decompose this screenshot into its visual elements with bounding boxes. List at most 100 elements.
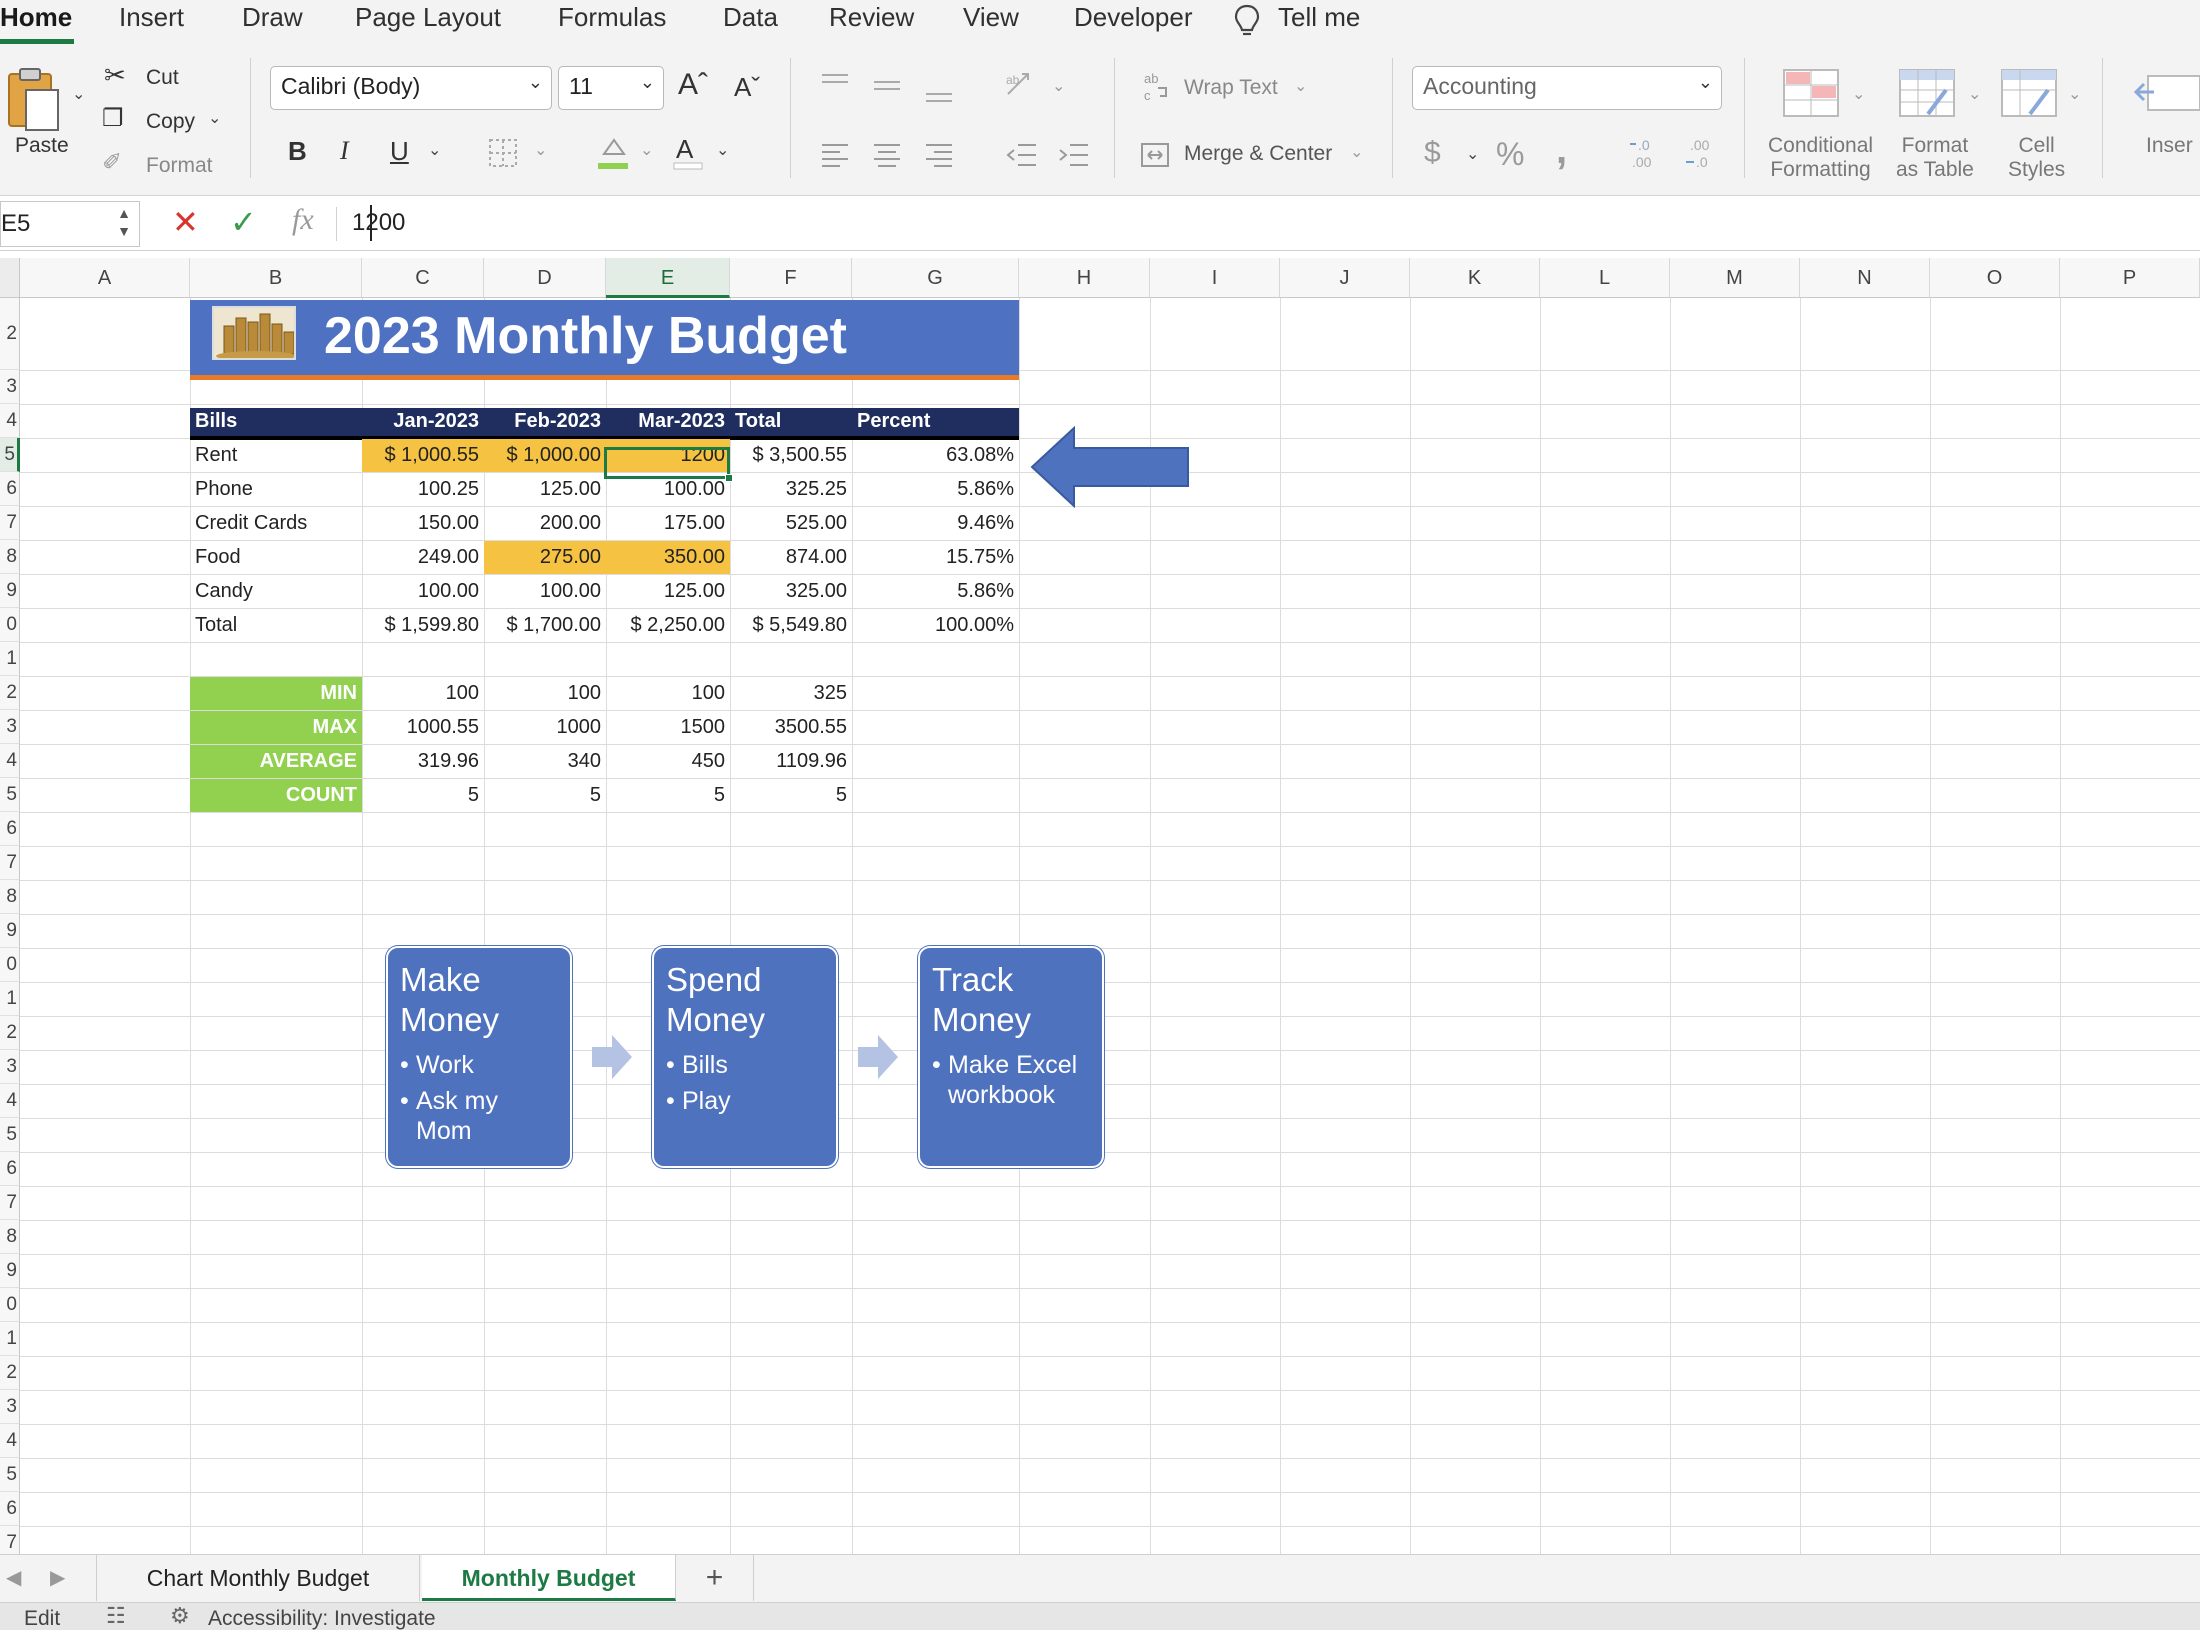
borders-icon[interactable] [488, 138, 518, 168]
column-header-k[interactable]: K [1410, 258, 1540, 298]
row-header[interactable]: 9 [0, 574, 20, 608]
left-arrow-icon[interactable] [1030, 426, 1190, 508]
row-header[interactable]: 2 [0, 676, 20, 710]
table-cell[interactable]: 874.00 [730, 541, 852, 574]
row-header[interactable]: 8 [0, 540, 20, 574]
italic-button[interactable]: I [340, 136, 349, 166]
column-header-d[interactable]: D [484, 258, 606, 298]
table-cell[interactable]: 9.46% [852, 507, 1019, 540]
menu-tab-view[interactable]: View [963, 2, 1019, 33]
table-header-cell[interactable]: Percent [852, 405, 1019, 438]
font-name-dropdown[interactable]: Calibri (Body) ⌄ [270, 66, 552, 110]
row-header[interactable]: 5 [0, 438, 20, 472]
row-header[interactable]: 2 [0, 1016, 20, 1050]
smartart-step[interactable]: Track Money Make Excel workbook [918, 946, 1104, 1168]
row-header[interactable]: 1 [0, 982, 20, 1016]
menu-tab-home[interactable]: Home [0, 2, 72, 33]
stat-label[interactable]: MIN [190, 677, 362, 710]
insert-function-button[interactable]: fx [292, 203, 314, 237]
row-header[interactable]: 7 [0, 506, 20, 540]
table-cell[interactable]: 275.00 [484, 541, 606, 574]
scissors-icon[interactable]: ✂ [104, 60, 126, 91]
table-header-cell[interactable]: Bills [190, 405, 362, 438]
comma-style-button[interactable]: , [1556, 128, 1567, 173]
wrap-text-chevron-icon[interactable]: ⌄ [1294, 76, 1307, 96]
column-header-m[interactable]: M [1670, 258, 1800, 298]
row-header[interactable]: 2 [0, 1356, 20, 1390]
underline-button[interactable]: U [390, 136, 409, 167]
stat-value[interactable]: 325 [730, 677, 852, 710]
row-header[interactable]: 8 [0, 1220, 20, 1254]
column-header-g[interactable]: G [852, 258, 1019, 298]
menu-tab-draw[interactable]: Draw [242, 2, 303, 33]
table-cell[interactable]: 5.86% [852, 575, 1019, 608]
table-cell[interactable]: 100.00 [362, 575, 484, 608]
stat-value[interactable]: 100 [606, 677, 730, 710]
stat-label[interactable]: MAX [190, 711, 362, 744]
table-header-cell[interactable]: Mar-2023 [606, 405, 730, 438]
enter-checkmark-icon[interactable]: ✓ [230, 203, 257, 241]
row-header[interactable]: 7 [0, 846, 20, 880]
table-cell[interactable]: $ 1,000.00 [484, 439, 606, 472]
copy-icon[interactable]: ❐ [102, 104, 124, 133]
stat-value[interactable]: 450 [606, 745, 730, 778]
row-header[interactable]: 8 [0, 880, 20, 914]
table-cell[interactable]: $ 5,549.80 [730, 609, 852, 642]
stat-label[interactable]: COUNT [190, 779, 362, 812]
increase-decimal-icon[interactable]: .0.00 [1628, 136, 1664, 170]
column-header-p[interactable]: P [2060, 258, 2200, 298]
stat-value[interactable]: 340 [484, 745, 606, 778]
fill-handle[interactable] [725, 474, 733, 482]
row-header[interactable]: 1 [0, 642, 20, 676]
cell-styles-button[interactable]: Cell Styles [2008, 134, 2065, 182]
font-size-dropdown[interactable]: 11 ⌄ [558, 66, 664, 110]
add-sheet-button[interactable]: + [676, 1555, 754, 1601]
row-header[interactable]: 4 [0, 404, 20, 438]
table-header-cell[interactable]: Jan-2023 [362, 405, 484, 438]
row-header[interactable]: 1 [0, 1322, 20, 1356]
row-header[interactable]: 5 [0, 778, 20, 812]
sheet-tab-chart-monthly-budget[interactable]: Chart Monthly Budget [96, 1555, 420, 1601]
stat-value[interactable]: 5 [606, 779, 730, 812]
copy-button[interactable]: Copy [146, 110, 195, 134]
stat-value[interactable]: 100 [484, 677, 606, 710]
stat-value[interactable]: 1000.55 [362, 711, 484, 744]
table-row-label[interactable]: Credit Cards [190, 507, 362, 540]
fill-color-dropdown-chevron-icon[interactable]: ⌄ [640, 140, 653, 160]
stat-value[interactable]: 1109.96 [730, 745, 852, 778]
spreadsheet-grid[interactable]: ABCDEFGHIJKLMNOP 23456789012345678901234… [0, 258, 2200, 1554]
format-as-table-icon[interactable] [1898, 68, 1956, 118]
coins-image[interactable] [212, 306, 296, 360]
copy-dropdown-chevron-icon[interactable]: ⌄ [208, 108, 221, 128]
sheet-tab-monthly-budget[interactable]: Monthly Budget [422, 1555, 676, 1601]
menu-tab-insert[interactable]: Insert [119, 2, 184, 33]
increase-indent-icon[interactable] [1058, 140, 1090, 170]
table-cell[interactable]: 200.00 [484, 507, 606, 540]
column-header-a[interactable]: A [20, 258, 190, 298]
column-header-b[interactable]: B [190, 258, 362, 298]
table-cell[interactable]: 125.00 [606, 575, 730, 608]
table-cell[interactable]: $ 1,000.55 [362, 439, 484, 472]
paste-icon[interactable] [6, 66, 66, 132]
row-header[interactable]: 0 [0, 948, 20, 982]
cell-styles-icon[interactable] [2000, 68, 2058, 118]
currency-dropdown-chevron-icon[interactable]: ⌄ [1466, 144, 1479, 164]
decrease-indent-icon[interactable] [1006, 140, 1038, 170]
insert-button[interactable]: Inser [2146, 134, 2193, 158]
fill-color-icon[interactable] [596, 134, 630, 170]
align-top-icon[interactable] [820, 72, 850, 96]
row-header[interactable]: 9 [0, 914, 20, 948]
row-header[interactable]: 2 [0, 298, 20, 370]
menu-tab-formulas[interactable]: Formulas [558, 2, 666, 33]
table-cell[interactable]: 249.00 [362, 541, 484, 574]
align-right-icon[interactable] [924, 140, 954, 170]
table-row-label[interactable]: Food [190, 541, 362, 574]
table-row-label[interactable]: Rent [190, 439, 362, 472]
format-painter-icon[interactable]: ✐ [102, 148, 122, 177]
scroll-left-icon[interactable]: ◀ [6, 1565, 21, 1590]
column-header-o[interactable]: O [1930, 258, 2060, 298]
row-header[interactable]: 7 [0, 1186, 20, 1220]
format-as-table-button[interactable]: Format as Table [1896, 134, 1974, 182]
table-cell[interactable]: 325.00 [730, 575, 852, 608]
column-header-f[interactable]: F [730, 258, 852, 298]
